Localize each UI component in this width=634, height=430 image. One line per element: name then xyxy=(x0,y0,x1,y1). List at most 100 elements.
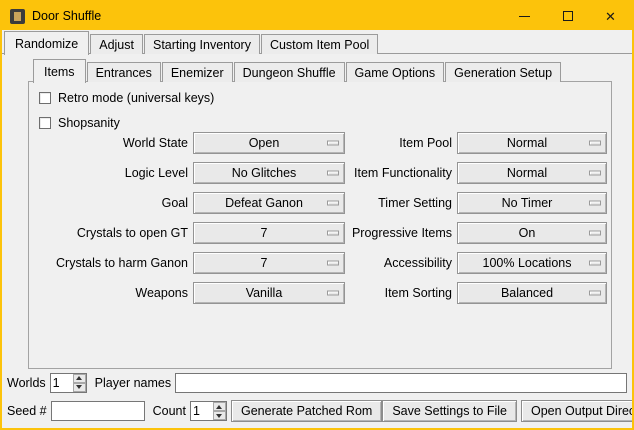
player-names-label: Player names xyxy=(95,376,171,390)
worlds-spinbox[interactable] xyxy=(50,373,87,393)
goal-label: Goal xyxy=(33,196,193,210)
dropdown-indicator-icon xyxy=(327,141,339,146)
open-output-directory-button[interactable]: Open Output Directory xyxy=(521,400,634,422)
goal-dropdown[interactable]: Defeat Ganon xyxy=(193,192,345,214)
accessibility-dropdown[interactable]: 100% Locations xyxy=(457,252,607,274)
retro-mode-label: Retro mode (universal keys) xyxy=(58,91,214,105)
shopsanity-checkbox[interactable] xyxy=(39,117,51,129)
item-functionality-label: Item Functionality xyxy=(349,166,457,180)
worlds-label: Worlds xyxy=(7,376,46,390)
retro-mode-checkbox[interactable] xyxy=(39,92,51,104)
tab-randomize[interactable]: Randomize xyxy=(4,31,89,55)
tab-entrances[interactable]: Entrances xyxy=(87,62,161,82)
worlds-spin-up-icon[interactable] xyxy=(73,374,86,383)
dropdown-indicator-icon xyxy=(589,291,601,296)
item-sorting-label: Item Sorting xyxy=(349,286,457,300)
fields-right-column: Item Pool Normal Item Functionality Norm… xyxy=(349,132,607,304)
dropdown-indicator-icon xyxy=(589,201,601,206)
weapons-label: Weapons xyxy=(33,286,193,300)
dropdown-indicator-icon xyxy=(327,291,339,296)
timer-setting-label: Timer Setting xyxy=(349,196,457,210)
minimize-button[interactable] xyxy=(503,2,546,30)
door-shuffle-window: Door Shuffle ✕ Randomize Adjust Starting… xyxy=(0,0,634,430)
world-state-row: World State Open xyxy=(33,132,345,154)
retro-mode-checkbox-row[interactable]: Retro mode (universal keys) xyxy=(39,90,214,106)
maximize-icon xyxy=(563,11,573,21)
generate-patched-rom-button[interactable]: Generate Patched Rom xyxy=(231,400,382,422)
dropdown-indicator-icon xyxy=(589,171,601,176)
crystals-harm-ganon-label: Crystals to harm Ganon xyxy=(33,256,193,270)
worlds-spin-down-icon[interactable] xyxy=(73,383,86,392)
weapons-row: Weapons Vanilla xyxy=(33,282,345,304)
count-spin-buttons xyxy=(213,402,226,420)
items-panel: Retro mode (universal keys) Shopsanity W… xyxy=(28,81,612,369)
goal-row: Goal Defeat Ganon xyxy=(33,192,345,214)
logic-level-row: Logic Level No Glitches xyxy=(33,162,345,184)
dropdown-indicator-icon xyxy=(327,261,339,266)
dropdown-indicator-icon xyxy=(327,231,339,236)
logic-level-dropdown[interactable]: No Glitches xyxy=(193,162,345,184)
tab-game-options[interactable]: Game Options xyxy=(346,62,445,82)
close-button[interactable]: ✕ xyxy=(589,2,632,30)
progressive-items-label: Progressive Items xyxy=(349,226,457,240)
shopsanity-label: Shopsanity xyxy=(58,116,120,130)
fields-left-column: World State Open Logic Level No Glitches… xyxy=(33,132,345,304)
tab-items[interactable]: Items xyxy=(33,59,86,83)
crystals-open-gt-row: Crystals to open GT 7 xyxy=(33,222,345,244)
tab-generation-setup[interactable]: Generation Setup xyxy=(445,62,561,82)
item-sorting-row: Item Sorting Balanced xyxy=(349,282,607,304)
count-spinbox[interactable] xyxy=(190,401,227,421)
item-functionality-dropdown[interactable]: Normal xyxy=(457,162,607,184)
main-tabbar: Randomize Adjust Starting Inventory Cust… xyxy=(4,32,379,54)
window-controls: ✕ xyxy=(503,2,632,30)
minimize-icon xyxy=(519,16,530,17)
world-state-dropdown[interactable]: Open xyxy=(193,132,345,154)
window-title: Door Shuffle xyxy=(32,9,101,23)
worlds-row: Worlds Player names xyxy=(7,372,627,393)
dropdown-indicator-icon xyxy=(589,231,601,236)
world-state-label: World State xyxy=(33,136,193,150)
item-pool-dropdown[interactable]: Normal xyxy=(457,132,607,154)
seed-label: Seed # xyxy=(7,404,47,418)
tab-dungeon-shuffle[interactable]: Dungeon Shuffle xyxy=(234,62,345,82)
count-spin-up-icon[interactable] xyxy=(213,402,226,411)
shopsanity-checkbox-row[interactable]: Shopsanity xyxy=(39,115,120,131)
tab-custom-item-pool[interactable]: Custom Item Pool xyxy=(261,34,378,54)
count-spin-down-icon[interactable] xyxy=(213,411,226,420)
crystals-harm-ganon-dropdown[interactable]: 7 xyxy=(193,252,345,274)
timer-setting-dropdown[interactable]: No Timer xyxy=(457,192,607,214)
seed-input[interactable] xyxy=(51,401,145,421)
worlds-spin-buttons xyxy=(73,374,86,392)
settings-tabbar: Items Entrances Enemizer Dungeon Shuffle… xyxy=(33,60,562,82)
count-input[interactable] xyxy=(191,402,213,420)
titlebar: Door Shuffle ✕ xyxy=(2,2,632,30)
crystals-open-gt-dropdown[interactable]: 7 xyxy=(193,222,345,244)
worlds-input[interactable] xyxy=(51,374,73,392)
accessibility-row: Accessibility 100% Locations xyxy=(349,252,607,274)
progressive-items-dropdown[interactable]: On xyxy=(457,222,607,244)
tab-enemizer[interactable]: Enemizer xyxy=(162,62,233,82)
dropdown-indicator-icon xyxy=(589,261,601,266)
crystals-open-gt-label: Crystals to open GT xyxy=(33,226,193,240)
progressive-items-row: Progressive Items On xyxy=(349,222,607,244)
tab-adjust[interactable]: Adjust xyxy=(90,34,143,54)
dropdown-indicator-icon xyxy=(327,201,339,206)
player-names-input[interactable] xyxy=(175,373,627,393)
count-label: Count xyxy=(153,404,186,418)
maximize-button[interactable] xyxy=(546,2,589,30)
item-sorting-dropdown[interactable]: Balanced xyxy=(457,282,607,304)
dropdown-indicator-icon xyxy=(589,141,601,146)
item-functionality-row: Item Functionality Normal xyxy=(349,162,607,184)
logic-level-label: Logic Level xyxy=(33,166,193,180)
item-pool-label: Item Pool xyxy=(349,136,457,150)
accessibility-label: Accessibility xyxy=(349,256,457,270)
tab-starting-inventory[interactable]: Starting Inventory xyxy=(144,34,260,54)
weapons-dropdown[interactable]: Vanilla xyxy=(193,282,345,304)
item-pool-row: Item Pool Normal xyxy=(349,132,607,154)
save-settings-button[interactable]: Save Settings to File xyxy=(382,400,517,422)
app-icon xyxy=(10,9,25,24)
seed-row: Seed # Count Generate Patched Rom Save S… xyxy=(7,400,627,422)
close-icon: ✕ xyxy=(605,10,616,23)
crystals-harm-ganon-row: Crystals to harm Ganon 7 xyxy=(33,252,345,274)
timer-setting-row: Timer Setting No Timer xyxy=(349,192,607,214)
